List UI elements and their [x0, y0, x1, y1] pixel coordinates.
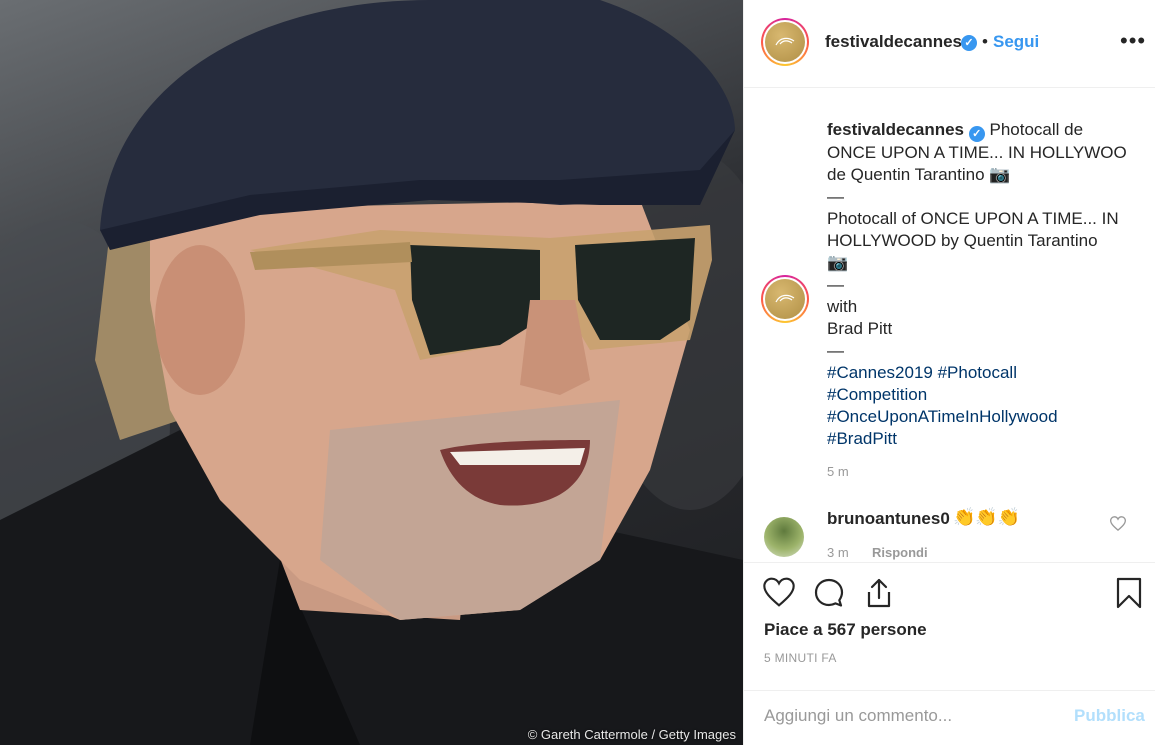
comment-username[interactable]: brunoantunes0 [827, 509, 950, 529]
photo-credit: © Gareth Cattermole / Getty Images [527, 727, 736, 742]
post-caption: festivaldecannes ✓ Photocall de ONCE UPO… [827, 119, 1127, 450]
caption-line: 📷 [827, 253, 849, 272]
hashtag-link[interactable]: #OnceUponATimeInHollywood [827, 406, 1127, 428]
hashtag-link[interactable]: #Competition [827, 384, 1127, 406]
more-options-icon[interactable]: ••• [1120, 28, 1146, 54]
post-side-panel: festivaldecannes ✓ • Segui ••• festivald… [743, 0, 1155, 745]
caption-timestamp[interactable]: 5 m [827, 464, 849, 479]
post-photo[interactable]: © Gareth Cattermole / Getty Images [0, 0, 743, 745]
caption-username[interactable]: festivaldecannes [827, 120, 964, 139]
comments-area[interactable]: festivaldecannes ✓ Photocall de ONCE UPO… [744, 89, 1155, 561]
verified-badge-icon: ✓ [961, 35, 977, 51]
comment-timestamp[interactable]: 3 m [827, 545, 849, 560]
follow-button[interactable]: Segui [993, 32, 1039, 52]
comment-text: 👏👏👏 [953, 507, 1021, 527]
palm-logo-icon [765, 22, 805, 62]
palm-logo-icon [765, 279, 805, 319]
header-separator: • [982, 32, 988, 51]
header-username[interactable]: festivaldecannes [825, 32, 962, 52]
hashtag-link[interactable]: #BradPitt [827, 428, 1127, 450]
verified-badge-icon: ✓ [968, 126, 985, 142]
caption-line: — [827, 187, 844, 206]
hashtag-link[interactable]: #Cannes2019 #Photocall [827, 362, 1127, 384]
caption-line: Photocall de [989, 120, 1084, 139]
caption-line: de Quentin Tarantino 📷 [827, 165, 1011, 184]
comment-input[interactable] [764, 703, 1064, 729]
caption-line: — [827, 341, 844, 360]
comment-bubble-icon[interactable] [813, 577, 845, 614]
reply-button[interactable]: Rispondi [872, 545, 928, 560]
caption-avatar[interactable] [761, 275, 809, 323]
post-header: festivaldecannes ✓ • Segui ••• [744, 0, 1155, 88]
add-comment-bar: Pubblica [744, 690, 1155, 745]
share-icon[interactable] [863, 577, 895, 614]
photo-illustration [0, 0, 743, 745]
post-timestamp[interactable]: 5 MINUTI FA [764, 651, 837, 665]
caption-line: ONCE UPON A TIME... IN HOLLYWOO [827, 143, 1127, 162]
publish-button[interactable]: Pubblica [1074, 706, 1145, 726]
like-heart-icon[interactable] [763, 577, 795, 612]
bookmark-icon[interactable] [1115, 577, 1143, 614]
post-actions: Piace a 567 persone 5 MINUTI FA [744, 562, 1155, 692]
likes-count[interactable]: Piace a 567 persone [764, 620, 927, 640]
caption-line: — [827, 275, 844, 294]
caption-line: Brad Pitt [827, 319, 893, 338]
caption-line: with [827, 297, 858, 316]
commenter-avatar[interactable] [764, 517, 804, 557]
profile-avatar[interactable] [761, 18, 809, 66]
caption-line: Photocall of ONCE UPON A TIME... IN [827, 209, 1119, 228]
caption-line: HOLLYWOOD by Quentin Tarantino [827, 231, 1098, 250]
comment-like-heart-icon[interactable] [1109, 516, 1127, 536]
